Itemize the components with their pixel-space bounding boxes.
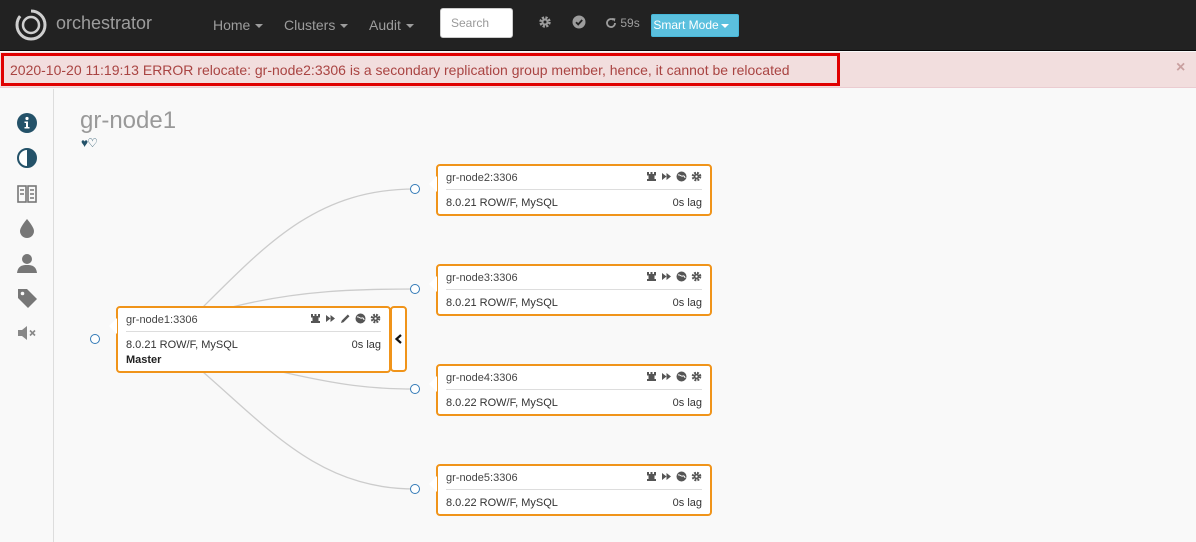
fast-forward-icon[interactable] xyxy=(661,171,672,182)
fast-forward-icon[interactable] xyxy=(325,313,336,324)
master-connector[interactable] xyxy=(90,334,100,344)
instance-tools xyxy=(645,171,702,183)
instance-header: gr-node1:3306 xyxy=(126,308,381,332)
instance-name[interactable]: gr-node3:3306 xyxy=(446,272,518,284)
instance-header: gr-node3:3306 xyxy=(446,266,702,290)
instance-header: gr-node4:3306 xyxy=(446,366,702,390)
fast-forward-icon[interactable] xyxy=(661,371,672,382)
instance-box-replica[interactable]: gr-node3:3306 8.0.21 ROW/F, MySQL 0s lag xyxy=(429,264,712,316)
instance-tools xyxy=(309,313,381,325)
globe-icon[interactable] xyxy=(676,371,687,382)
instance-version: 8.0.22 ROW/F, MySQL xyxy=(446,497,558,509)
chevron-left-icon xyxy=(394,334,402,344)
instance-version: 8.0.21 ROW/F, MySQL xyxy=(126,339,238,351)
instance-lag: 0s lag xyxy=(351,339,381,351)
instance-header: gr-node2:3306 xyxy=(446,166,702,190)
instance-version: 8.0.21 ROW/F, MySQL xyxy=(446,197,558,209)
instance-lag: 0s lag xyxy=(672,297,702,309)
instance-version: 8.0.21 ROW/F, MySQL xyxy=(446,297,558,309)
tower-icon[interactable] xyxy=(646,271,657,282)
instance-lag: 0s lag xyxy=(672,497,702,509)
instance-name[interactable]: gr-node4:3306 xyxy=(446,372,518,384)
replica-connector[interactable] xyxy=(410,484,420,494)
gear-icon[interactable] xyxy=(691,171,702,182)
collapse-button[interactable] xyxy=(390,306,407,372)
tower-icon[interactable] xyxy=(646,371,657,382)
globe-icon[interactable] xyxy=(676,471,687,482)
globe-icon[interactable] xyxy=(676,171,687,182)
instance-tools xyxy=(645,471,702,483)
gear-icon[interactable] xyxy=(691,471,702,482)
gear-icon[interactable] xyxy=(370,313,381,324)
tower-icon[interactable] xyxy=(646,471,657,482)
instance-box-replica[interactable]: gr-node4:3306 8.0.22 ROW/F, MySQL 0s lag xyxy=(429,364,712,416)
fast-forward-icon[interactable] xyxy=(661,271,672,282)
gear-icon[interactable] xyxy=(691,371,702,382)
instance-name[interactable]: gr-node1:3306 xyxy=(126,314,198,326)
instance-tools xyxy=(645,271,702,283)
instance-box-master[interactable]: gr-node1:3306 8.0.21 ROW/F, MySQL 0s lag… xyxy=(109,306,391,373)
instance-box-replica[interactable]: gr-node2:3306 8.0.21 ROW/F, MySQL 0s lag xyxy=(429,164,712,216)
instance-name[interactable]: gr-node5:3306 xyxy=(446,472,518,484)
globe-icon[interactable] xyxy=(355,313,366,324)
instance-header: gr-node5:3306 xyxy=(446,466,702,490)
replica-connector[interactable] xyxy=(410,284,420,294)
replica-connector[interactable] xyxy=(410,184,420,194)
instance-lag: 0s lag xyxy=(672,197,702,209)
instance-box-replica[interactable]: gr-node5:3306 8.0.22 ROW/F, MySQL 0s lag xyxy=(429,464,712,516)
gear-icon[interactable] xyxy=(691,271,702,282)
instance-tools xyxy=(645,371,702,383)
pencil-icon[interactable] xyxy=(340,313,351,324)
instance-name[interactable]: gr-node2:3306 xyxy=(446,172,518,184)
fast-forward-icon[interactable] xyxy=(661,471,672,482)
instance-version: 8.0.22 ROW/F, MySQL xyxy=(446,397,558,409)
replica-connector[interactable] xyxy=(410,384,420,394)
instance-lag: 0s lag xyxy=(672,397,702,409)
instance-role: Master xyxy=(126,354,162,366)
globe-icon[interactable] xyxy=(676,271,687,282)
tower-icon[interactable] xyxy=(646,171,657,182)
tower-icon[interactable] xyxy=(310,313,321,324)
